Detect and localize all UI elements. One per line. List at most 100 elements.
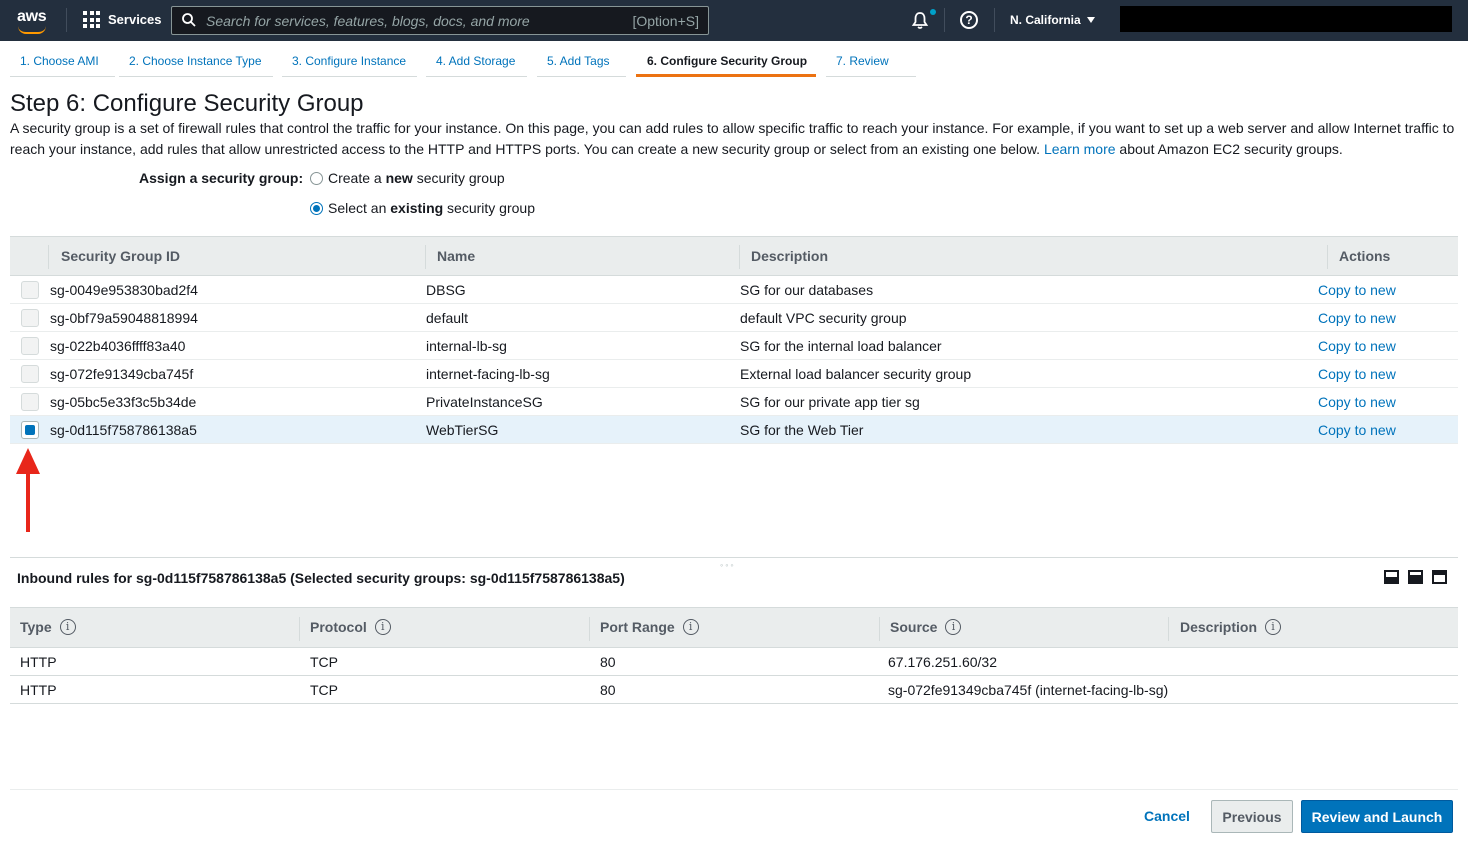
caret-down-icon [1086,17,1095,23]
radio-button[interactable] [310,201,323,215]
red-arrow-annotation [16,448,40,532]
row-checkbox[interactable] [21,309,39,327]
security-group-description: SG for the internal load balancer [740,338,942,354]
security-group-id: sg-072fe91349cba745f [50,366,194,382]
row-checkbox[interactable] [21,281,39,299]
column-header-type: Type i [20,619,76,635]
resize-grip-icon[interactable]: ◦◦◦ [720,560,736,570]
column-header-name[interactable]: Name [437,248,475,264]
tab-configure-security-group[interactable]: 6. Configure Security Group [636,43,816,77]
rule-port-range: 80 [600,682,616,698]
tab-add-tags[interactable]: 5. Add Tags [537,43,626,77]
column-header-id[interactable]: Security Group ID [61,248,180,264]
intro-text: about Amazon EC2 security groups. [1115,141,1343,157]
panel-splitter[interactable] [10,557,1458,558]
column-header-protocol: Protocol i [310,619,391,635]
search-shortcut: [Option+S] [632,13,699,29]
radio-button[interactable] [310,171,323,185]
security-group-id: sg-0bf79a59048818994 [50,310,198,326]
tab-add-storage[interactable]: 4. Add Storage [426,43,527,77]
security-group-id: sg-0049e953830bad2f4 [50,282,198,298]
copy-to-new-link[interactable]: Copy to new [1318,394,1396,410]
info-icon[interactable]: i [945,619,962,635]
account-menu-redacted[interactable] [1120,6,1452,32]
security-group-description: SG for our private app tier sg [740,394,920,410]
column-header-source: Source i [890,619,962,635]
search-placeholder: Search for services, features, blogs, do… [206,13,530,29]
security-group-name: default [426,310,469,326]
info-icon[interactable]: i [682,619,699,635]
security-group-description: default VPC security group [740,310,907,326]
top-nav-bar: aws Services Search for services, featur… [0,0,1468,41]
rule-protocol: TCP [310,682,338,698]
info-icon[interactable]: i [59,619,76,635]
row-checkbox[interactable] [21,421,39,439]
column-header-description: Description i [1180,619,1282,635]
security-group-table: Security Group ID Name Description Actio… [10,236,1458,444]
aws-logo[interactable]: aws [14,6,54,34]
security-group-name: internal-lb-sg [426,338,507,354]
tab-label: 2. Choose Instance Type [129,54,262,68]
table-header: Type i Protocol i Port Range i Source i Desc… [10,607,1458,648]
row-checkbox[interactable] [21,365,39,383]
column-header-description[interactable]: Description [751,248,828,264]
table-row[interactable]: sg-0bf79a59048818994 default default VPC s… [10,304,1458,332]
tab-configure-instance[interactable]: 3. Configure Instance [282,43,417,77]
previous-button[interactable]: Previous [1211,800,1293,833]
search-input[interactable]: Search for services, features, blogs, do… [171,6,709,35]
services-menu-button[interactable]: Services [83,11,162,28]
tab-choose-instance-type[interactable]: 2. Choose Instance Type [119,43,273,77]
rule-type: HTTP [20,682,57,698]
aws-logo-text: aws [17,8,47,25]
region-label: N. California [1010,13,1081,27]
info-icon[interactable]: i [1265,619,1282,635]
copy-to-new-link[interactable]: Copy to new [1318,366,1396,382]
copy-to-new-link[interactable]: Copy to new [1318,282,1396,298]
rule-protocol: TCP [310,654,338,670]
services-label: Services [108,12,162,27]
rule-type: HTTP [20,654,57,670]
help-icon[interactable]: ? [960,11,978,29]
security-group-description: External load balancer security group [740,366,972,382]
learn-more-link[interactable]: Learn more [1044,141,1116,157]
security-group-description: SG for the Web Tier [740,422,864,438]
cancel-button[interactable]: Cancel [1144,808,1190,824]
tab-label: 5. Add Tags [547,54,610,68]
inbound-rules-title: Inbound rules for sg-0d115f758786138a5 (… [17,570,625,586]
table-row[interactable]: sg-05bc5e33f3c5b34de PrivateInstanceSG SG … [10,388,1458,416]
table-row: HTTP TCP 80 sg-072fe91349cba745f (internet-… [10,676,1458,704]
tab-label: 6. Configure Security Group [647,54,808,68]
layout-small-panel-icon[interactable] [1384,570,1399,584]
tab-review[interactable]: 7. Review [826,43,916,77]
assign-security-group-label: Assign a security group: [139,170,304,186]
tab-label: 3. Configure Instance [292,54,407,68]
table-row[interactable]: sg-072fe91349cba745f internet-facing-lb-s… [10,360,1458,388]
bell-icon[interactable] [910,10,930,30]
radio-select-existing[interactable]: Select an existing security group [310,200,535,216]
row-checkbox[interactable] [21,337,39,355]
nav-divider [66,8,67,32]
table-row[interactable]: sg-0049e953830bad2f4 DBSG SG for our datab… [10,276,1458,304]
security-group-description: SG for our databases [740,282,874,298]
panel-layout-controls [1384,570,1447,584]
security-group-name: WebTierSG [426,422,499,438]
notification-dot [930,9,936,15]
radio-label: Create a new security group [328,170,505,186]
tab-label: 4. Add Storage [436,54,516,68]
copy-to-new-link[interactable]: Copy to new [1318,422,1396,438]
radio-create-new[interactable]: Create a new security group [310,170,505,186]
row-checkbox[interactable] [21,393,39,411]
table-row[interactable]: sg-0d115f758786138a5 WebTierSG SG for the … [10,416,1458,444]
layout-medium-panel-icon[interactable] [1408,570,1423,584]
layout-large-panel-icon[interactable] [1432,570,1447,584]
info-icon[interactable]: i [374,619,391,635]
table-row[interactable]: sg-022b4036ffff83a40 internal-lb-sg SG for… [10,332,1458,360]
review-and-launch-button[interactable]: Review and Launch [1301,800,1453,833]
copy-to-new-link[interactable]: Copy to new [1318,310,1396,326]
security-group-id: sg-05bc5e33f3c5b34de [50,394,197,410]
region-selector[interactable]: N. California [1010,13,1095,27]
tab-choose-ami[interactable]: 1. Choose AMI [10,43,115,77]
rule-port-range: 80 [600,654,616,670]
copy-to-new-link[interactable]: Copy to new [1318,338,1396,354]
radio-label: Select an existing security group [328,200,535,216]
